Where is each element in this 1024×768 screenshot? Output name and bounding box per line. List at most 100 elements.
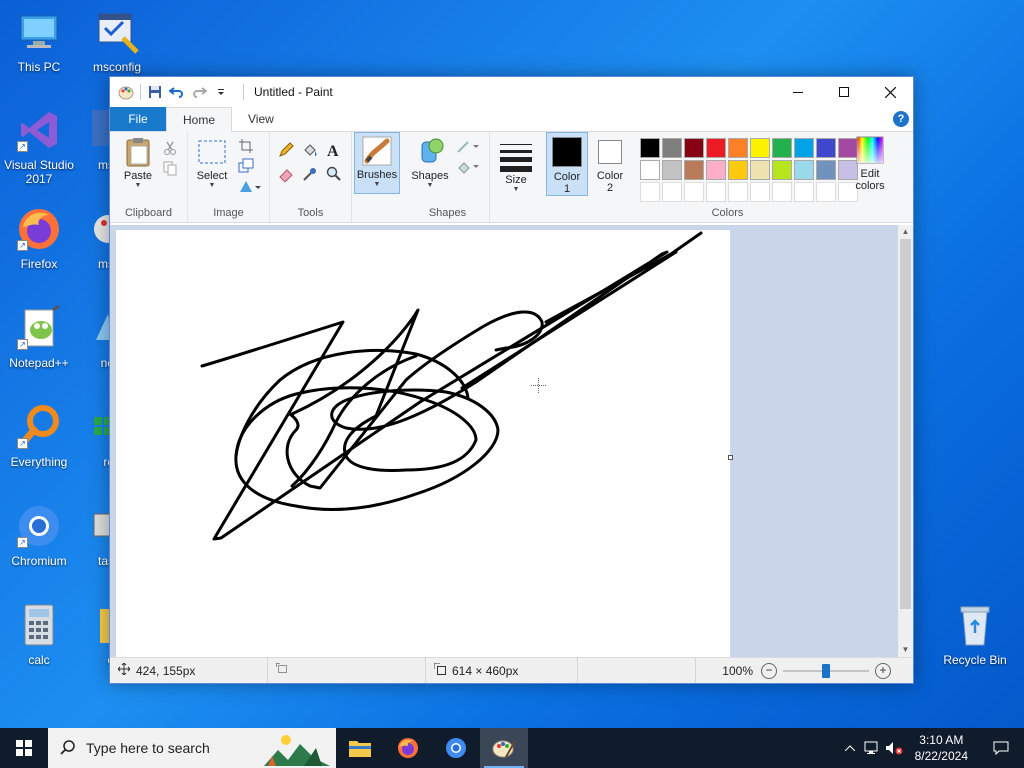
shapes-button[interactable]: Shapes ▼ [410, 136, 450, 190]
clock[interactable]: 3:10 AM 8/22/2024 [905, 732, 978, 764]
customize-qat-chevron-icon[interactable] [213, 84, 229, 100]
minimize-button[interactable] [775, 77, 821, 107]
zoom-in-button[interactable]: + [875, 662, 891, 679]
scrollbar-thumb[interactable] [900, 239, 911, 609]
color-swatch[interactable] [816, 138, 836, 158]
custom-color-slot[interactable] [684, 182, 704, 202]
edit-colors-button[interactable]: Edit colors [848, 136, 892, 192]
redo-icon[interactable] [191, 84, 207, 100]
custom-color-slot[interactable] [640, 182, 660, 202]
scroll-down-icon[interactable]: ▼ [898, 643, 913, 657]
help-icon[interactable]: ? [893, 111, 909, 127]
status-file-size [578, 658, 696, 683]
desktop-icon-msconfig[interactable]: msconfig [78, 8, 156, 74]
zoom-slider-knob[interactable] [822, 663, 830, 678]
desktop-icon-visual-studio[interactable]: ↗ Visual Studio 2017 [0, 106, 78, 186]
color1-button[interactable]: Color 1 [546, 132, 588, 196]
desktop-icon-firefox[interactable]: ↗ Firefox [0, 205, 78, 271]
color-swatch[interactable] [750, 160, 770, 180]
copy-icon[interactable] [162, 160, 178, 176]
crosshair-cursor-icon [531, 378, 546, 393]
desktop-icon-recycle-bin[interactable]: Recycle Bin [936, 601, 1014, 667]
color-swatch[interactable] [750, 138, 770, 158]
color-swatch[interactable] [684, 138, 704, 158]
color-swatch[interactable] [662, 160, 682, 180]
color-picker-icon[interactable] [302, 166, 318, 182]
color-swatch[interactable] [728, 138, 748, 158]
zoom-slider[interactable] [783, 663, 869, 679]
color-swatch[interactable] [684, 160, 704, 180]
taskbar-file-explorer[interactable] [336, 728, 384, 768]
color-swatch[interactable] [706, 138, 726, 158]
canvas-resize-handle-right[interactable] [728, 455, 733, 460]
outline-icon[interactable] [456, 138, 480, 154]
fill-icon[interactable] [456, 158, 480, 174]
custom-color-slot[interactable] [706, 182, 726, 202]
custom-color-slot[interactable] [816, 182, 836, 202]
taskbar-chromium[interactable] [432, 728, 480, 768]
svg-text:A: A [327, 143, 339, 158]
cut-icon[interactable] [162, 140, 178, 156]
desktop-icon-everything[interactable]: ↗ Everything [0, 403, 78, 469]
scroll-up-icon[interactable]: ▲ [898, 225, 913, 239]
color-swatch[interactable] [794, 160, 814, 180]
window-controls [775, 77, 913, 107]
selection-size [268, 658, 426, 683]
custom-color-slot[interactable] [772, 182, 792, 202]
color-swatch[interactable] [640, 160, 660, 180]
text-icon[interactable]: A [326, 142, 342, 160]
save-icon[interactable] [147, 84, 163, 100]
desktop-icon-calc[interactable]: calc [0, 601, 78, 667]
close-button[interactable] [867, 77, 913, 107]
desktop-icon-notepadpp[interactable]: ↗ Notepad++ [0, 304, 78, 370]
title-bar[interactable]: Untitled - Paint [110, 77, 913, 107]
custom-color-slot[interactable] [662, 182, 682, 202]
rotate-icon[interactable] [238, 178, 262, 194]
pencil-icon[interactable] [278, 142, 294, 158]
custom-color-slot[interactable] [750, 182, 770, 202]
tab-home[interactable]: Home [166, 107, 233, 132]
magnifier-icon[interactable] [326, 166, 342, 182]
action-center-button[interactable] [978, 741, 1024, 755]
custom-color-slot[interactable] [728, 182, 748, 202]
eraser-icon[interactable] [278, 166, 294, 183]
custom-color-slot[interactable] [794, 182, 814, 202]
color-swatch[interactable] [728, 160, 748, 180]
tab-file[interactable]: File [110, 107, 166, 131]
image-size: 614 × 460px [426, 658, 578, 683]
resize-icon[interactable] [238, 158, 254, 174]
taskbar-search-box[interactable]: Type here to search [48, 728, 336, 768]
color2-button[interactable]: Color 2 [590, 136, 630, 194]
taskbar-paint[interactable] [480, 728, 528, 768]
shapes-icon [414, 136, 446, 168]
fill-bucket-icon[interactable] [302, 142, 318, 158]
color-swatch[interactable] [772, 160, 792, 180]
paste-button[interactable]: Paste ▼ [118, 136, 158, 190]
maximize-button[interactable] [821, 77, 867, 107]
color-swatch[interactable] [772, 138, 792, 158]
color-swatch[interactable] [706, 160, 726, 180]
desktop-icon-chromium[interactable]: ↗ Chromium [0, 502, 78, 568]
brushes-button[interactable]: Brushes ▼ [354, 132, 400, 194]
drawing-canvas[interactable] [116, 230, 730, 657]
color-swatch[interactable] [816, 160, 836, 180]
firefox-icon [398, 738, 418, 758]
quick-access-toolbar [110, 84, 244, 100]
taskbar-firefox[interactable] [384, 728, 432, 768]
vertical-scrollbar[interactable]: ▲ ▼ [898, 225, 913, 657]
tab-view[interactable]: View [232, 107, 290, 131]
color-swatch[interactable] [640, 138, 660, 158]
show-hidden-icons-chevron-icon[interactable] [839, 745, 861, 751]
color-swatch[interactable] [794, 138, 814, 158]
desktop-icon-this-pc[interactable]: This PC [0, 8, 78, 74]
select-button[interactable]: Select ▼ [194, 136, 230, 190]
crop-icon[interactable] [238, 138, 254, 154]
volume-muted-icon[interactable] [883, 741, 905, 755]
group-label: Shapes [428, 207, 467, 219]
zoom-out-button[interactable]: − [761, 662, 777, 679]
color-swatch[interactable] [662, 138, 682, 158]
start-button[interactable] [0, 728, 48, 768]
undo-icon[interactable] [169, 84, 185, 100]
network-icon[interactable] [861, 741, 883, 755]
size-button[interactable]: Size ▼ [496, 140, 536, 194]
